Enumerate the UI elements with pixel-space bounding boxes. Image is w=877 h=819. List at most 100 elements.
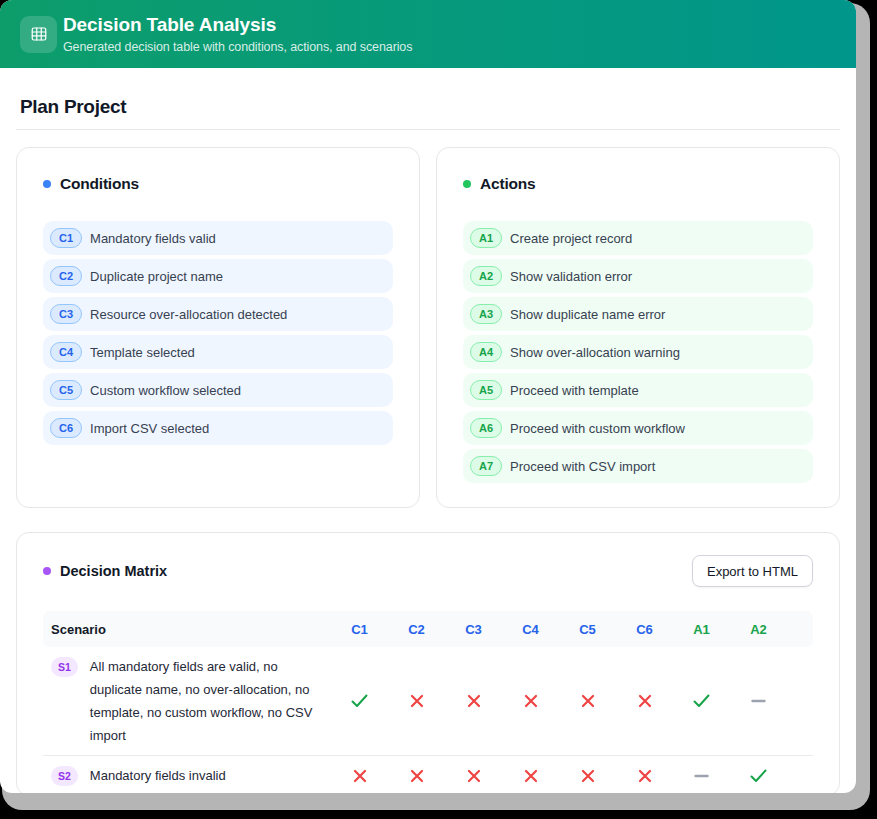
conditions-label: Custom workflow selected <box>90 383 241 398</box>
column-header-c1: C1 <box>331 622 388 637</box>
column-header-a2: A2 <box>730 622 787 637</box>
matrix-cell-cross-icon <box>559 769 616 783</box>
conditions-badge: C4 <box>50 342 82 362</box>
conditions-item-c3: C3 Resource over-allocation detected <box>43 297 393 331</box>
matrix-row-s2: S2 Mandatory fields invalid <box>43 755 813 793</box>
actions-item-a4: A4 Show over-allocation warning <box>463 335 813 369</box>
conditions-item-c1: C1 Mandatory fields valid <box>43 221 393 255</box>
conditions-card: Conditions C1 Mandatory fields valid C2 Dup… <box>16 147 420 508</box>
conditions-badge: C2 <box>50 266 82 286</box>
app-window: Decision Table Analysis Generated decisi… <box>0 0 856 793</box>
matrix-cell-cross-icon <box>616 769 673 783</box>
conditions-list: C1 Mandatory fields valid C2 Duplicate proj… <box>43 221 393 445</box>
conditions-badge: C5 <box>50 380 82 400</box>
header-banner: Decision Table Analysis Generated decisi… <box>0 0 856 68</box>
actions-label: Show duplicate name error <box>510 307 665 322</box>
scenario-cell: S2 Mandatory fields invalid <box>43 764 331 787</box>
column-header-a1: A1 <box>673 622 730 637</box>
matrix-cell-check-icon <box>673 694 730 708</box>
page-title: Plan Project <box>20 96 836 118</box>
actions-item-a3: A3 Show duplicate name error <box>463 297 813 331</box>
column-header-c2: C2 <box>388 622 445 637</box>
actions-header: Actions <box>463 175 813 193</box>
matrix-bullet-icon <box>43 567 51 575</box>
matrix-cell-cross-icon <box>331 769 388 783</box>
conditions-label: Import CSV selected <box>90 421 209 436</box>
matrix-cell-cross-icon <box>445 769 502 783</box>
matrix-cell-dash-icon <box>673 774 730 778</box>
actions-label: Create project record <box>510 231 632 246</box>
actions-label: Proceed with CSV import <box>510 459 655 474</box>
actions-card: Actions A1 Create project record A2 Show va… <box>436 147 840 508</box>
actions-title: Actions <box>480 175 535 193</box>
scenario-badge: S2 <box>51 766 78 786</box>
decision-matrix-title: Decision Matrix <box>60 563 167 579</box>
decision-matrix-title-row: Decision Matrix <box>43 563 167 579</box>
actions-badge: A6 <box>470 418 502 438</box>
conditions-item-c6: C6 Import CSV selected <box>43 411 393 445</box>
actions-item-a2: A2 Show validation error <box>463 259 813 293</box>
actions-label: Show over-allocation warning <box>510 345 680 360</box>
column-header-c5: C5 <box>559 622 616 637</box>
matrix-cell-cross-icon <box>559 694 616 708</box>
actions-bullet-icon <box>463 180 471 188</box>
actions-badge: A5 <box>470 380 502 400</box>
matrix-cell-cross-icon <box>502 694 559 708</box>
conditions-badge: C3 <box>50 304 82 324</box>
actions-label: Proceed with custom workflow <box>510 421 685 436</box>
export-html-button[interactable]: Export to HTML <box>692 555 813 587</box>
actions-label: Show validation error <box>510 269 632 284</box>
matrix-cell-cross-icon <box>616 694 673 708</box>
conditions-label: Duplicate project name <box>90 269 223 284</box>
actions-item-a6: A6 Proceed with custom workflow <box>463 411 813 445</box>
matrix-cell-dash-icon <box>730 699 787 703</box>
matrix-table-body: S1 All mandatory fields are valid, no dup… <box>43 647 813 793</box>
scenario-cell: S1 All mandatory fields are valid, no dup… <box>43 655 331 747</box>
actions-item-a7: A7 Proceed with CSV import <box>463 449 813 483</box>
conditions-item-c2: C2 Duplicate project name <box>43 259 393 293</box>
actions-item-a1: A1 Create project record <box>463 221 813 255</box>
divider <box>16 129 840 130</box>
conditions-item-c4: C4 Template selected <box>43 335 393 369</box>
actions-item-a5: A5 Proceed with template <box>463 373 813 407</box>
actions-badge: A7 <box>470 456 502 476</box>
column-header-c6: C6 <box>616 622 673 637</box>
header-title: Decision Table Analysis <box>63 14 412 36</box>
actions-list: A1 Create project record A2 Show validation… <box>463 221 813 483</box>
conditions-header: Conditions <box>43 175 393 193</box>
conditions-label: Resource over-allocation detected <box>90 307 287 322</box>
header-subtitle: Generated decision table with conditions… <box>63 40 412 54</box>
decision-matrix-header: Decision Matrix Export to HTML <box>43 555 813 587</box>
content-area: Plan Project Conditions C1 Mandatory fiel… <box>0 96 856 793</box>
actions-badge: A4 <box>470 342 502 362</box>
column-header-c4: C4 <box>502 622 559 637</box>
column-header-c3: C3 <box>445 622 502 637</box>
matrix-cell-check-icon <box>331 694 388 708</box>
matrix-row-s1: S1 All mandatory fields are valid, no dup… <box>43 647 813 755</box>
scenario-badge: S1 <box>51 657 78 677</box>
conditions-badge: C1 <box>50 228 82 248</box>
conditions-label: Template selected <box>90 345 195 360</box>
cards-grid: Conditions C1 Mandatory fields valid C2 Dup… <box>16 147 840 508</box>
matrix-table-header: ScenarioC1C2C3C4C5C6A1A2 <box>43 611 813 647</box>
matrix-cell-cross-icon <box>502 769 559 783</box>
matrix-cell-cross-icon <box>445 694 502 708</box>
header-text: Decision Table Analysis Generated decisi… <box>63 14 412 54</box>
scenario-description: All mandatory fields are valid, no dupli… <box>90 655 317 747</box>
table-icon <box>20 16 57 53</box>
actions-badge: A1 <box>470 228 502 248</box>
matrix-cell-cross-icon <box>388 769 445 783</box>
conditions-badge: C6 <box>50 418 82 438</box>
actions-badge: A2 <box>470 266 502 286</box>
matrix-cell-check-icon <box>730 769 787 783</box>
scenario-description: Mandatory fields invalid <box>90 764 226 787</box>
actions-label: Proceed with template <box>510 383 639 398</box>
matrix-cell-cross-icon <box>388 694 445 708</box>
conditions-title: Conditions <box>60 175 139 193</box>
column-header-scenario: Scenario <box>43 622 331 637</box>
actions-badge: A3 <box>470 304 502 324</box>
conditions-item-c5: C5 Custom workflow selected <box>43 373 393 407</box>
decision-matrix-card: Decision Matrix Export to HTML ScenarioC… <box>16 532 840 793</box>
conditions-label: Mandatory fields valid <box>90 231 216 246</box>
conditions-bullet-icon <box>43 180 51 188</box>
